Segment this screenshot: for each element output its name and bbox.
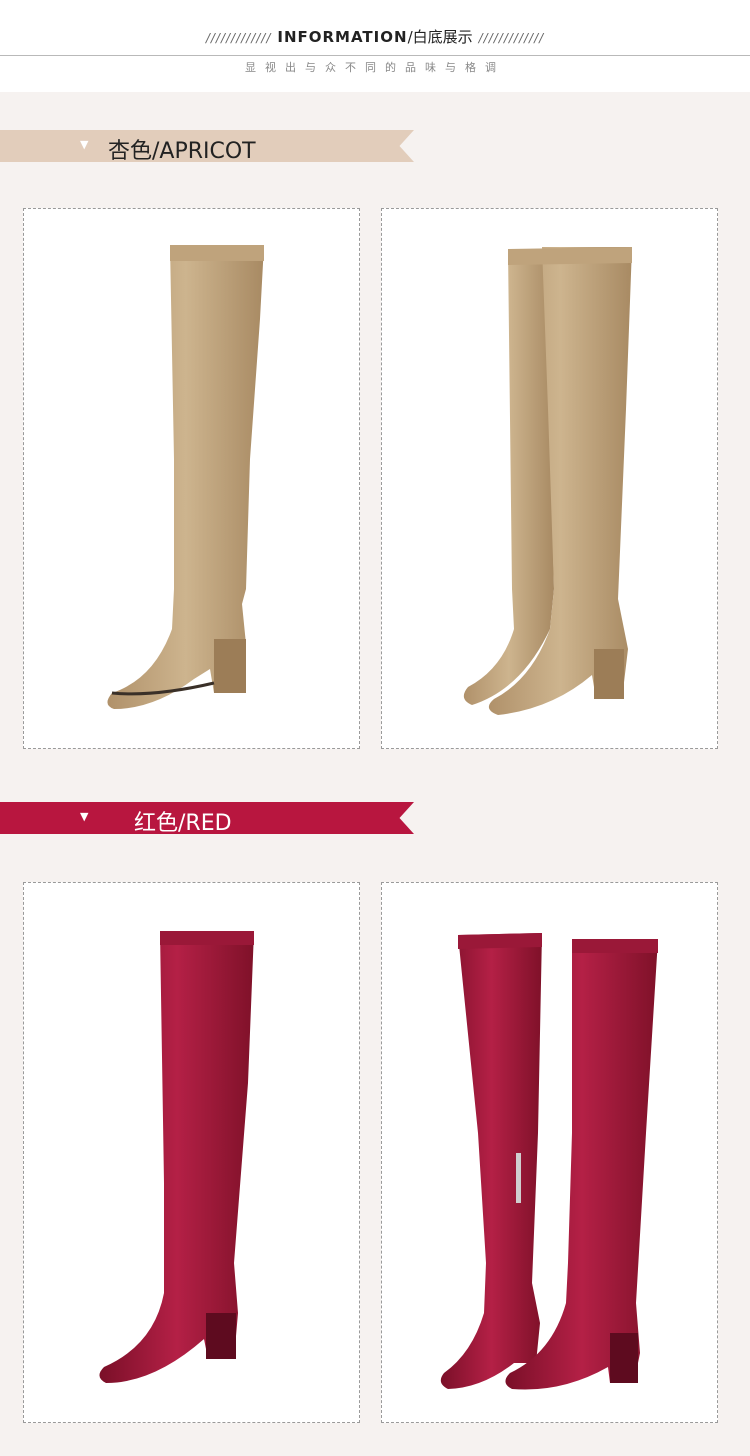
down-arrow-icon: ▼ bbox=[80, 138, 89, 151]
down-arrow-icon: ▼ bbox=[80, 810, 89, 823]
header-title-cn: /白底展示 bbox=[407, 28, 473, 46]
product-image-apricot-pair bbox=[381, 208, 718, 749]
header-subtitle: 显视出与众不同的品味与格调 bbox=[245, 61, 505, 74]
section-label-red: 红色/RED bbox=[134, 811, 232, 836]
product-image-apricot-side bbox=[23, 208, 360, 749]
header-title: ///////////// INFORMATION/白底展示 ///////////… bbox=[0, 26, 750, 47]
product-image-red-side bbox=[23, 882, 360, 1423]
section-label-apricot: 杏色/APRICOT bbox=[108, 139, 256, 164]
header-deco-left: ///////////// bbox=[205, 31, 272, 45]
boot-shape bbox=[463, 249, 554, 705]
header-deco-right: ///////////// bbox=[478, 31, 545, 45]
boot-zipper bbox=[516, 1153, 521, 1203]
header: ///////////// INFORMATION/白底展示 ///////////… bbox=[0, 0, 750, 92]
boot-heel bbox=[206, 1313, 236, 1359]
boot-shape bbox=[440, 933, 542, 1389]
header-title-en: INFORMATION bbox=[277, 28, 408, 46]
boot-heel bbox=[610, 1333, 638, 1383]
boot-heel bbox=[214, 639, 246, 693]
section-banner-red: ▼ 红色/RED bbox=[0, 802, 414, 834]
header-divider bbox=[0, 55, 750, 56]
boot-heel bbox=[594, 649, 624, 699]
section-banner-apricot: ▼ 杏色/APRICOT bbox=[0, 130, 414, 162]
product-image-red-pair bbox=[381, 882, 718, 1423]
